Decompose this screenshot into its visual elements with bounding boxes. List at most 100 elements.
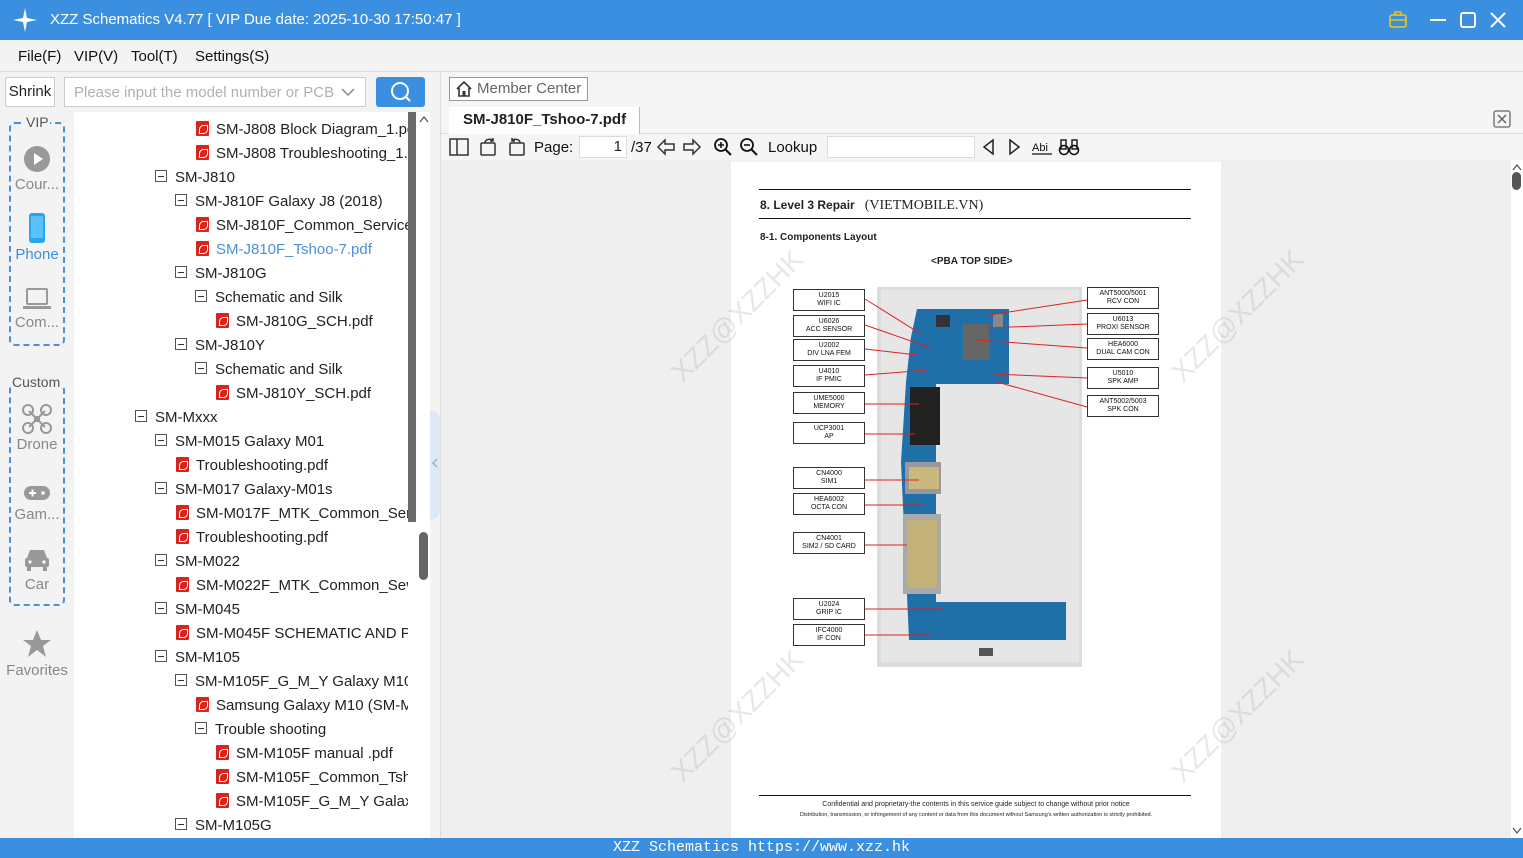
maximize-icon[interactable]	[1457, 9, 1479, 31]
tree-node[interactable]: SM-M105	[155, 646, 240, 670]
collapse-icon[interactable]	[195, 362, 207, 375]
match-case-icon[interactable]: Abi	[1031, 137, 1053, 157]
collapse-icon[interactable]	[175, 674, 187, 687]
tree-item[interactable]: SM-J808 Troubleshooting_1.	[196, 142, 408, 166]
tree-node[interactable]: Schematic and Silk	[195, 286, 343, 310]
scroll-up-icon[interactable]	[419, 115, 429, 123]
nav-car[interactable]: Car	[0, 546, 74, 593]
collapse-panel-handle[interactable]	[430, 410, 440, 520]
search-button[interactable]	[376, 77, 425, 107]
tree-node[interactable]: SM-M017 Galaxy-M01s	[155, 478, 333, 502]
tree-node[interactable]: SM-J810Y	[175, 334, 265, 358]
nav-favorites[interactable]: Favorites	[0, 628, 74, 679]
callout-desc: MEMORY	[813, 403, 845, 410]
tree-node[interactable]: SM-J810G	[175, 262, 267, 286]
horizontal-scroll-thumb[interactable]	[408, 112, 416, 522]
tab-document[interactable]: SM-J810F_Tshoo-7.pdf	[449, 107, 640, 134]
pdf-scrollbar[interactable]	[1511, 160, 1523, 838]
menu-tool[interactable]: Tool(T)	[131, 48, 178, 65]
zoom-in-icon[interactable]	[713, 137, 733, 157]
zoom-out-icon[interactable]	[739, 137, 759, 157]
find-next-icon[interactable]	[1006, 137, 1022, 157]
scroll-thumb[interactable]	[1512, 172, 1521, 190]
tree-node[interactable]: SM-J810F Galaxy J8 (2018)	[175, 190, 383, 214]
previous-page-icon[interactable]	[656, 137, 676, 157]
nav-courses[interactable]: Cour...	[0, 144, 74, 193]
svg-text:Abi: Abi	[1032, 142, 1048, 154]
tree-item[interactable]: SM-M045F SCHEMATIC AND PC	[176, 622, 418, 646]
sidebar-toggle-icon[interactable]	[449, 137, 469, 157]
callout-ref: U6026	[818, 318, 840, 325]
briefcase-icon[interactable]	[1387, 9, 1409, 31]
find-previous-icon[interactable]	[981, 137, 997, 157]
callout-ref: U2024	[818, 601, 840, 608]
scroll-down-icon[interactable]	[1512, 827, 1522, 835]
nav-phone[interactable]: Phone	[0, 212, 74, 263]
tree-node[interactable]: SM-M105G	[175, 814, 272, 838]
tree-scrollbar[interactable]	[418, 112, 430, 838]
rotate-left-icon[interactable]	[479, 137, 499, 157]
collapse-icon[interactable]	[155, 650, 167, 663]
lookup-input[interactable]	[827, 136, 975, 158]
tree-item[interactable]: Troubleshooting.pdf	[176, 454, 328, 478]
tree-item[interactable]: SM-J810Y_SCH.pdf	[216, 382, 371, 406]
pdf-canvas[interactable]: 8. Level 3 Repair (VIETMOBILE.VN) 8-1. C…	[441, 160, 1511, 838]
close-tab-icon[interactable]	[1493, 110, 1511, 128]
minimize-icon[interactable]	[1427, 9, 1449, 31]
tree-item[interactable]: SM-M017F_MTK_Common_Serv	[176, 502, 418, 526]
tree-item-selected[interactable]: SM-J810F_Tshoo-7.pdf	[196, 238, 372, 262]
tree-item[interactable]: SM-M105F_Common_Tsh	[216, 766, 411, 790]
callout-desc: IF PMIC	[816, 376, 842, 383]
tree-item[interactable]: SM-J810G_SCH.pdf	[216, 310, 373, 334]
tree-item[interactable]: SM-M022F_MTK_Common_Sevi	[176, 574, 417, 598]
tree-node[interactable]: SM-M105F_G_M_Y Galaxy M10	[175, 670, 412, 694]
close-icon[interactable]	[1487, 9, 1509, 31]
tree-node[interactable]: SM-M015 Galaxy M01	[155, 430, 324, 454]
tree-item[interactable]: SM-J808 Block Diagram_1.pd	[196, 118, 415, 142]
scroll-thumb[interactable]	[419, 532, 428, 580]
tree-item[interactable]: Troubleshooting.pdf	[176, 526, 328, 550]
tree-item[interactable]: SM-J810F_Common_Service_	[196, 214, 418, 238]
page-number-input[interactable]: 1	[579, 136, 627, 158]
callout-ref: U6013	[1112, 316, 1134, 323]
collapse-icon[interactable]	[195, 290, 207, 303]
collapse-icon[interactable]	[155, 554, 167, 567]
tree-node[interactable]: SM-M045	[155, 598, 240, 622]
tree-item-label: SM-J810Y	[195, 337, 266, 354]
tree-node[interactable]: Trouble shooting	[195, 718, 326, 742]
nav-computer[interactable]: Com...	[0, 286, 74, 331]
collapse-icon[interactable]	[195, 722, 207, 735]
collapse-icon[interactable]	[155, 602, 167, 615]
collapse-icon[interactable]	[155, 170, 167, 183]
collapse-icon[interactable]	[175, 338, 187, 351]
tree-node[interactable]: SM-J810	[155, 166, 235, 190]
shrink-button[interactable]: Shrink	[5, 77, 55, 107]
callout-desc: DIV LNA FEM	[807, 350, 851, 357]
collapse-icon[interactable]	[135, 410, 147, 423]
scroll-up-icon[interactable]	[1512, 163, 1522, 171]
collapse-icon[interactable]	[175, 818, 187, 831]
binoculars-icon[interactable]	[1058, 137, 1080, 157]
member-center-button[interactable]: Member Center	[449, 77, 588, 101]
tree-node[interactable]: SM-Mxxx	[135, 406, 218, 430]
tree-item[interactable]: SM-M105F manual .pdf	[216, 742, 393, 766]
nav-game[interactable]: Gam...	[0, 482, 74, 523]
search-input[interactable]: Please input the model number or PCB	[64, 77, 366, 107]
collapse-icon[interactable]	[155, 482, 167, 495]
collapse-icon[interactable]	[175, 266, 187, 279]
collapse-icon[interactable]	[175, 194, 187, 207]
collapse-icon[interactable]	[155, 434, 167, 447]
menu-file[interactable]: File(F)	[18, 48, 61, 65]
tree-item[interactable]: SM-M105F_G_M_Y Galaxy	[216, 790, 418, 814]
chevron-down-icon[interactable]	[341, 87, 355, 97]
callout-label: U6026 ACC SENSOR	[793, 315, 865, 337]
next-page-icon[interactable]	[682, 137, 702, 157]
panel-splitter[interactable]	[430, 72, 441, 838]
rotate-right-icon[interactable]	[506, 137, 526, 157]
menu-settings[interactable]: Settings(S)	[195, 48, 269, 65]
menu-vip[interactable]: VIP(V)	[74, 48, 118, 65]
tree-item[interactable]: Samsung Galaxy M10 (SM-M	[196, 694, 413, 718]
tree-node[interactable]: SM-M022	[155, 550, 240, 574]
tree-node[interactable]: Schematic and Silk	[195, 358, 343, 382]
nav-drone[interactable]: Drone	[0, 404, 74, 453]
